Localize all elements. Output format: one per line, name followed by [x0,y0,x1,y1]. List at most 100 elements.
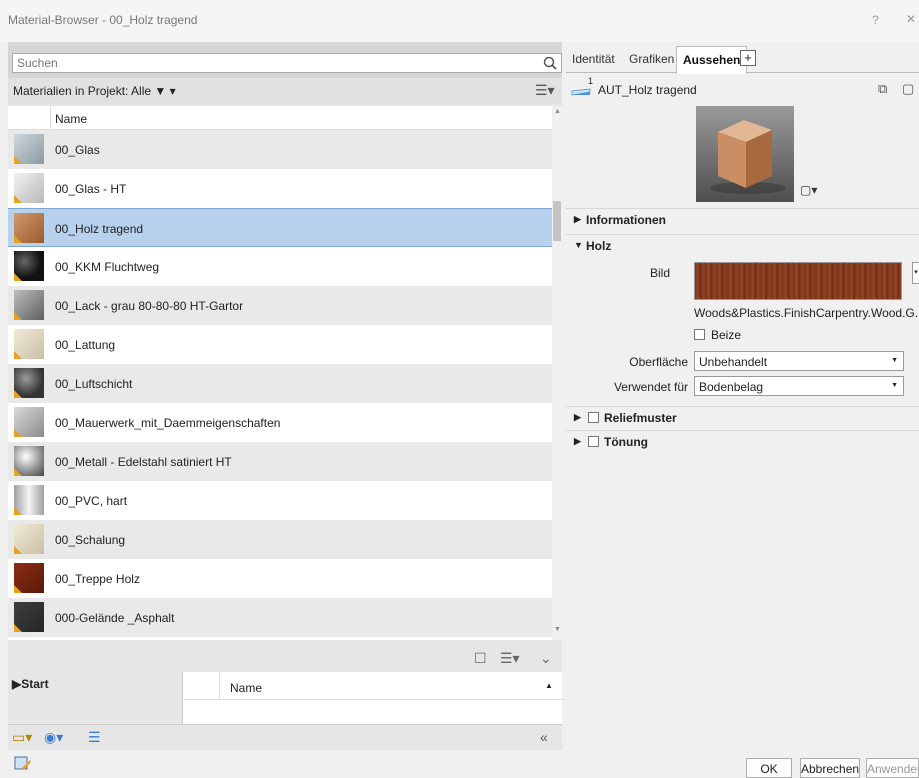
material-name: 00_Luftschicht [55,377,133,391]
project-badge-icon [14,390,22,398]
search-input[interactable] [13,54,533,72]
wood-image-swatch[interactable] [694,262,902,300]
library-start[interactable]: ▶Start [12,677,49,691]
material-name: 00_Treppe Holz [55,572,140,586]
library-panel: ▶Start Name ▲ [8,672,563,724]
library-column-name[interactable]: Name [230,681,262,695]
used-for-select[interactable]: Bodenbelag ▼ [694,376,904,396]
list-item[interactable]: 00_Luftschicht [8,364,552,403]
list-item[interactable]: 00_Treppe Holz [8,559,552,598]
finish-select[interactable]: Unbehandelt ▼ [694,351,904,371]
bottom-toolbar: ▭▾ ◉▾ ☰ « [8,724,562,750]
cancel-button[interactable]: Abbrechen [800,758,860,778]
image-label: Bild [649,266,670,280]
search-icon[interactable] [542,55,558,71]
panel-icon[interactable]: ☐ [474,650,487,667]
replace-asset-icon[interactable]: ▢ [902,81,914,97]
material-name: 00_KKM Fluchtweg [55,260,160,274]
sort-icon[interactable]: ▲ [545,681,553,690]
help-button[interactable]: ? [872,13,879,27]
list-item[interactable]: 00_Glas - HT [8,169,552,208]
list-item[interactable]: 000-Gelände _Asphalt [8,598,552,637]
project-badge-icon [14,585,22,593]
list-header: Name [8,106,552,130]
used-for-label: Verwendet für [613,380,688,394]
ok-button[interactable]: OK [746,758,792,778]
properties-pane: Identität Grafiken Aussehen + 1 AUT_Holz… [566,42,919,750]
column-name[interactable]: Name [55,112,87,126]
tab-graphics[interactable]: Grafiken [629,52,674,66]
project-badge-icon [14,156,22,164]
collapse-down-icon[interactable]: ⌄ [540,650,552,667]
asset-row: 1 AUT_Holz tragend ⧉ ▢ [566,74,919,104]
search-box [12,53,562,73]
material-thumbnail [14,290,44,320]
material-thumbnail [14,407,44,437]
material-thumbnail [14,329,44,359]
project-badge-icon [14,312,22,320]
project-badge-icon [14,351,22,359]
material-editor-icon[interactable] [14,756,32,772]
material-name: 000-Gelände _Asphalt [55,611,175,625]
search-row [8,42,562,78]
section-relief[interactable]: ▶ Reliefmuster [566,406,919,428]
list-item[interactable]: 00_Lack - grau 80-80-80 HT-Gartor [8,286,552,325]
material-thumbnail [14,134,44,164]
apply-button[interactable]: Anwenden [866,758,919,778]
section-information[interactable]: ▶ Informationen [566,208,919,230]
tint-checkbox[interactable] [588,436,599,447]
material-thumbnail [14,602,44,632]
material-name: 00_PVC, hart [55,494,128,508]
close-button[interactable]: ✕ [906,12,916,26]
list-item[interactable]: 00_Glas [8,130,552,169]
scroll-up-icon[interactable]: ▲ [554,108,561,115]
list-view-icon[interactable]: ☰▾ [535,82,555,99]
library-table: Name ▲ [182,672,563,724]
preview-options-icon[interactable]: ▢▾ [800,183,817,197]
window-title: Material-Browser - 00_Holz tragend [8,13,198,27]
create-material-icon[interactable]: ◉▾ [44,729,63,746]
list-item[interactable]: 00_Holz tragend [8,208,552,247]
chevron-down-icon: ▼ [891,382,898,389]
material-thumbnail [14,446,44,476]
list-item[interactable]: 00_Schalung [8,520,552,559]
list-item[interactable]: 00_Lattung [8,325,552,364]
tab-bar: Identität Grafiken Aussehen + [566,42,919,74]
chevron-down-icon: ▼ [891,357,898,364]
relief-checkbox[interactable] [588,412,599,423]
project-badge-icon [14,546,22,554]
tab-identity[interactable]: Identität [572,52,615,66]
material-preview [696,106,794,202]
scroll-thumb[interactable] [553,201,561,241]
duplicate-asset-icon[interactable]: ⧉ [878,81,887,97]
asset-count: 1 [588,76,594,86]
scroll-down-icon[interactable]: ▼ [554,626,561,633]
collapse-left-icon[interactable]: « [540,729,548,745]
project-badge-icon [14,195,22,203]
list-options-icon[interactable]: ☰▾ [500,650,520,667]
material-name: 00_Lack - grau 80-80-80 HT-Gartor [55,299,244,313]
tab-appearance[interactable]: Aussehen [676,46,748,74]
stain-checkbox[interactable] [694,329,705,340]
project-badge-icon [14,507,22,515]
project-badge-icon [14,624,22,632]
material-list-pane: Materialien in Projekt: Alle ▼ ▾ ☰▾ Name… [8,42,563,750]
material-name: 00_Glas [55,143,100,157]
list-item[interactable]: 00_PVC, hart [8,481,552,520]
material-name: 00_Mauerwerk_mit_Daemmeigenschaften [55,416,281,430]
material-name: 00_Schalung [55,533,126,547]
add-tab-button[interactable]: + [740,50,756,66]
asset-name: AUT_Holz tragend [598,83,697,97]
asset-browser-icon[interactable]: ☰ [88,729,101,746]
library-menu-icon[interactable]: ▭▾ [12,729,32,746]
list-item[interactable]: 00_KKM Fluchtweg [8,247,552,286]
list-item[interactable]: 00_Metall - Edelstahl satiniert HT [8,442,552,481]
list-scrollbar[interactable]: ▲ ▼ [552,106,562,640]
library-toolbar: ☐ ☰▾ ⌄ [8,646,562,672]
material-name: 00_Lattung [55,338,116,352]
list-item[interactable]: 00_Mauerwerk_mit_Daemmeigenschaften [8,403,552,442]
section-tint[interactable]: ▶ Tönung [566,430,919,452]
section-wood[interactable]: ▼ Holz [566,234,919,256]
filter-dropdown[interactable]: Materialien in Projekt: Alle ▼ ▾ [13,84,176,98]
image-dropdown-icon[interactable]: ▾ [912,262,919,284]
